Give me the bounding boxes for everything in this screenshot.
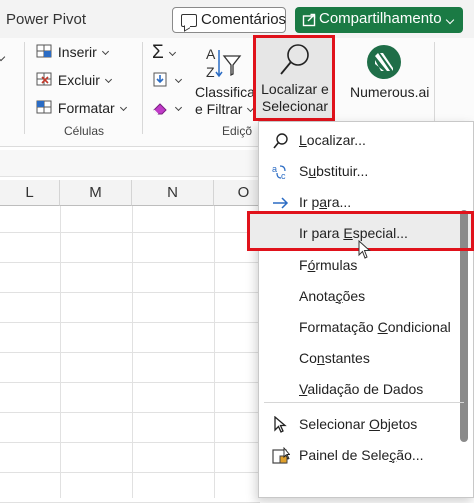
- numerous-button[interactable]: Numerous.ai: [346, 42, 430, 102]
- sort-filter-label-1: Classificar: [195, 84, 260, 100]
- column-gridline: [60, 206, 61, 498]
- fill-down-icon: [153, 72, 167, 87]
- row-gridline: [0, 232, 260, 233]
- menu-item-constants[interactable]: Constantes: [262, 343, 468, 373]
- share-icon: [302, 13, 316, 27]
- menu-item-label: Selecionar Objetos: [299, 416, 418, 432]
- delete-label: Excluir: [57, 72, 100, 88]
- row-gridline: [0, 352, 260, 353]
- numerous-label: Numerous.ai: [350, 84, 430, 100]
- menu-item-label: Substituir...: [299, 163, 369, 179]
- menu-item-selection-pane[interactable]: Painel de Seleção...: [262, 440, 468, 470]
- sigma-icon: Σ: [152, 42, 164, 63]
- sort-filter-label-2: e Filtrar: [195, 101, 255, 117]
- numerous-logo-icon: [367, 45, 401, 79]
- mouse-cursor-icon: [358, 240, 371, 259]
- column-header-l[interactable]: L: [0, 180, 60, 206]
- menu-item-label: Validação de Dados: [299, 381, 424, 397]
- insert-cells-icon: [36, 44, 52, 58]
- chevron-down-icon[interactable]: [0, 52, 6, 62]
- menu-divider: [264, 402, 464, 403]
- insert-label: Inserir: [57, 44, 97, 60]
- sort-filter-button[interactable]: A Z Classificar e Filtrar: [192, 42, 260, 120]
- editing-group-label: Ediçõ: [222, 124, 253, 138]
- row-gridline: [0, 412, 260, 413]
- menu-item-data-validation[interactable]: Validação de Dados: [262, 374, 468, 404]
- magnifier-icon: [280, 44, 309, 75]
- find-select-button[interactable]: Localizar e Selecionar: [253, 35, 335, 127]
- autosum-button[interactable]: Σ: [152, 42, 176, 64]
- svg-text:A: A: [206, 46, 216, 62]
- delete-button[interactable]: Excluir: [36, 72, 112, 88]
- insert-button[interactable]: Inserir: [36, 44, 109, 60]
- share-button[interactable]: Compartilhamento: [295, 7, 463, 33]
- comment-icon: [181, 14, 197, 27]
- menu-item-notes[interactable]: Anotações: [262, 281, 468, 311]
- column-header-n[interactable]: N: [132, 180, 214, 206]
- replace-icon: ac: [272, 163, 290, 181]
- arrow-right-icon: [272, 194, 290, 212]
- cells-group-label: Células: [64, 124, 105, 138]
- menu-item-label: Painel de Seleção...: [299, 447, 424, 463]
- sort-filter-icon: A Z: [206, 46, 242, 80]
- menu-item-select-objects[interactable]: Selecionar Objetos: [262, 409, 468, 439]
- format-cells-icon: [36, 100, 52, 114]
- row-gridline: [0, 382, 260, 383]
- row-gridline: [0, 322, 260, 323]
- svg-text:Z: Z: [206, 64, 215, 80]
- ribbon-separator: [142, 42, 143, 134]
- row-gridline: [0, 262, 260, 263]
- menu-item-conditional-formatting[interactable]: Formatação Condicional: [262, 312, 468, 342]
- select-arrow-icon: [272, 415, 290, 434]
- menu-item-label: Fórmulas: [299, 257, 358, 273]
- menu-item-label: Localizar...: [299, 132, 366, 148]
- svg-text:c: c: [281, 171, 286, 181]
- format-label: Formatar: [57, 100, 115, 116]
- comments-label: Comentários: [201, 11, 287, 28]
- search-icon: [272, 132, 290, 150]
- column-gridline: [132, 206, 133, 498]
- column-header-m[interactable]: M: [60, 180, 132, 206]
- share-label: Compartilhamento: [319, 10, 442, 27]
- tab-power-pivot[interactable]: Power Pivot: [6, 11, 86, 28]
- fill-button[interactable]: [152, 72, 183, 88]
- menu-item-label: Anotações: [299, 288, 366, 304]
- chevron-down-icon: [445, 15, 455, 25]
- svg-text:a: a: [272, 164, 277, 174]
- column-gridline: [214, 206, 215, 498]
- menu-item-label: Constantes: [299, 350, 370, 366]
- menu-item-label: Formatação Condicional: [299, 319, 451, 335]
- row-gridline: [0, 472, 260, 473]
- menu-item-find[interactable]: Localizar...: [262, 125, 468, 155]
- selection-pane-icon: [272, 446, 291, 465]
- menu-item-label: Ir para...: [299, 194, 352, 210]
- eraser-icon: [153, 103, 167, 115]
- row-gridline: [0, 292, 260, 293]
- delete-cells-icon: [36, 72, 52, 86]
- row-gridline: [0, 442, 260, 443]
- clear-button[interactable]: [152, 100, 183, 116]
- menu-item-replace[interactable]: a c Substituir...: [262, 156, 468, 186]
- comments-button[interactable]: Comentários: [172, 7, 286, 33]
- format-button[interactable]: Formatar: [36, 100, 127, 116]
- title-bar: Power Pivot Comentários Compartilhamento: [0, 0, 474, 38]
- ribbon-separator: [24, 42, 25, 134]
